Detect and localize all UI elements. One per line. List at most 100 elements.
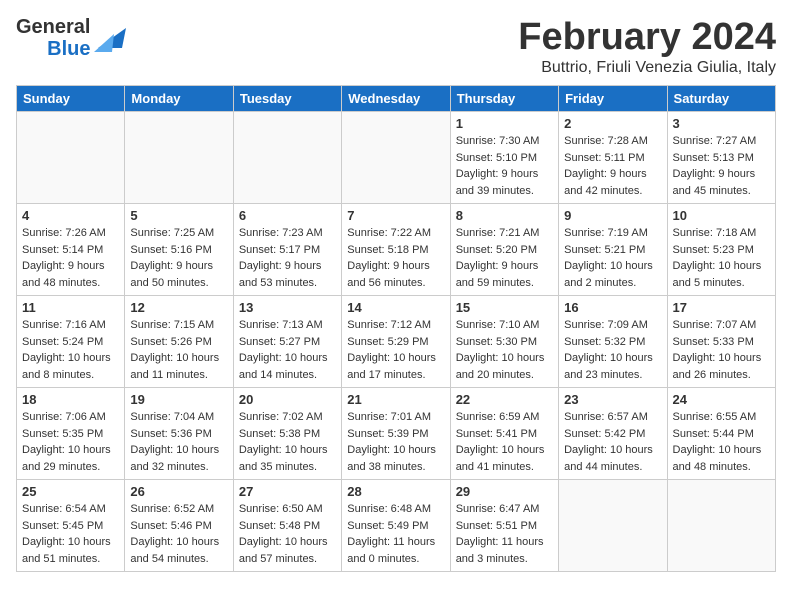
day-info: Sunrise: 7:10 AM Sunset: 5:30 PM Dayligh… (456, 317, 553, 383)
day-info: Sunrise: 7:23 AM Sunset: 5:17 PM Dayligh… (239, 225, 336, 291)
header-area: General Blue February 2024 Buttrio, Friu… (16, 16, 776, 77)
weekday-header-row: SundayMondayTuesdayWednesdayThursdayFrid… (17, 86, 776, 112)
day-number: 7 (347, 208, 444, 223)
calendar-cell: 17 Sunrise: 7:07 AM Sunset: 5:33 PM Dayli… (667, 296, 775, 388)
weekday-header-friday: Friday (559, 86, 667, 112)
day-info: Sunrise: 7:19 AM Sunset: 5:21 PM Dayligh… (564, 225, 661, 291)
week-row-3: 11Sunrise: 7:16 AM Sunset: 5:24 PM Dayli… (17, 296, 776, 388)
day-info: Sunrise: 6:48 AM Sunset: 5:49 PM Dayligh… (347, 501, 444, 567)
weekday-header-thursday: Thursday (450, 86, 558, 112)
location: Buttrio, Friuli Venezia Giulia, Italy (518, 59, 776, 77)
calendar-cell: 21Sunrise: 7:01 AM Sunset: 5:39 PM Dayli… (342, 388, 450, 480)
day-info: Sunrise: 7:04 AM Sunset: 5:36 PM Dayligh… (130, 409, 227, 475)
calendar-cell (125, 112, 233, 204)
day-number: 27 (239, 484, 336, 499)
week-row-1: 1Sunrise: 7:30 AM Sunset: 5:10 PM Daylig… (17, 112, 776, 204)
calendar-cell: 10Sunrise: 7:18 AM Sunset: 5:23 PM Dayli… (667, 204, 775, 296)
title-area: February 2024 Buttrio, Friuli Venezia Gi… (518, 16, 776, 77)
day-number: 26 (130, 484, 227, 499)
day-info: Sunrise: 6:52 AM Sunset: 5:46 PM Dayligh… (130, 501, 227, 567)
day-info: Sunrise: 7:22 AM Sunset: 5:18 PM Dayligh… (347, 225, 444, 291)
calendar-cell: 13 Sunrise: 7:13 AM Sunset: 5:27 PM Dayli… (233, 296, 341, 388)
day-info: Sunrise: 7:09 AM Sunset: 5:32 PM Dayligh… (564, 317, 661, 383)
logo-blue-text: Blue (47, 38, 90, 60)
calendar-cell: 2 Sunrise: 7:28 AM Sunset: 5:11 PM Daylig… (559, 112, 667, 204)
day-info: Sunrise: 7:28 AM Sunset: 5:11 PM Dayligh… (564, 133, 661, 199)
calendar-cell: 16 Sunrise: 7:09 AM Sunset: 5:32 PM Dayli… (559, 296, 667, 388)
weekday-header-saturday: Saturday (667, 86, 775, 112)
day-info: Sunrise: 7:26 AM Sunset: 5:14 PM Dayligh… (22, 225, 119, 291)
calendar-cell: 20 Sunrise: 7:02 AM Sunset: 5:38 PM Dayli… (233, 388, 341, 480)
calendar-cell: 24 Sunrise: 6:55 AM Sunset: 5:44 PM Dayli… (667, 388, 775, 480)
day-number: 22 (456, 392, 553, 407)
day-info: Sunrise: 7:21 AM Sunset: 5:20 PM Dayligh… (456, 225, 553, 291)
day-info: Sunrise: 6:59 AM Sunset: 5:41 PM Dayligh… (456, 409, 553, 475)
day-number: 11 (22, 300, 119, 315)
calendar-cell: 23 Sunrise: 6:57 AM Sunset: 5:42 PM Dayli… (559, 388, 667, 480)
week-row-2: 4 Sunrise: 7:26 AM Sunset: 5:14 PM Daylig… (17, 204, 776, 296)
day-number: 14 (347, 300, 444, 315)
weekday-header-monday: Monday (125, 86, 233, 112)
calendar-cell: 5Sunrise: 7:25 AM Sunset: 5:16 PM Daylig… (125, 204, 233, 296)
calendar-cell: 7 Sunrise: 7:22 AM Sunset: 5:18 PM Daylig… (342, 204, 450, 296)
day-info: Sunrise: 6:55 AM Sunset: 5:44 PM Dayligh… (673, 409, 770, 475)
day-number: 25 (22, 484, 119, 499)
day-info: Sunrise: 7:15 AM Sunset: 5:26 PM Dayligh… (130, 317, 227, 383)
day-number: 20 (239, 392, 336, 407)
calendar-cell (17, 112, 125, 204)
day-number: 12 (130, 300, 227, 315)
day-number: 18 (22, 392, 119, 407)
day-info: Sunrise: 6:57 AM Sunset: 5:42 PM Dayligh… (564, 409, 661, 475)
calendar-cell: 19 Sunrise: 7:04 AM Sunset: 5:36 PM Dayli… (125, 388, 233, 480)
calendar-cell: 12 Sunrise: 7:15 AM Sunset: 5:26 PM Dayli… (125, 296, 233, 388)
day-number: 19 (130, 392, 227, 407)
weekday-header-sunday: Sunday (17, 86, 125, 112)
calendar-cell: 14 Sunrise: 7:12 AM Sunset: 5:29 PM Dayli… (342, 296, 450, 388)
calendar-cell: 28 Sunrise: 6:48 AM Sunset: 5:49 PM Dayli… (342, 480, 450, 572)
calendar-cell: 3Sunrise: 7:27 AM Sunset: 5:13 PM Daylig… (667, 112, 775, 204)
calendar-cell: 18 Sunrise: 7:06 AM Sunset: 5:35 PM Dayli… (17, 388, 125, 480)
day-number: 13 (239, 300, 336, 315)
day-number: 17 (673, 300, 770, 315)
calendar-cell (559, 480, 667, 572)
calendar-cell: 22 Sunrise: 6:59 AM Sunset: 5:41 PM Dayli… (450, 388, 558, 480)
day-number: 8 (456, 208, 553, 223)
day-number: 16 (564, 300, 661, 315)
calendar-cell: 27 Sunrise: 6:50 AM Sunset: 5:48 PM Dayli… (233, 480, 341, 572)
day-number: 4 (22, 208, 119, 223)
day-info: Sunrise: 7:06 AM Sunset: 5:35 PM Dayligh… (22, 409, 119, 475)
day-number: 1 (456, 116, 553, 131)
calendar-cell: 4 Sunrise: 7:26 AM Sunset: 5:14 PM Daylig… (17, 204, 125, 296)
logo-wing-icon (94, 24, 126, 52)
day-info: Sunrise: 7:07 AM Sunset: 5:33 PM Dayligh… (673, 317, 770, 383)
day-info: Sunrise: 6:54 AM Sunset: 5:45 PM Dayligh… (22, 501, 119, 567)
day-number: 15 (456, 300, 553, 315)
day-number: 28 (347, 484, 444, 499)
day-info: Sunrise: 7:02 AM Sunset: 5:38 PM Dayligh… (239, 409, 336, 475)
calendar-cell: 15 Sunrise: 7:10 AM Sunset: 5:30 PM Dayli… (450, 296, 558, 388)
day-info: Sunrise: 7:01 AM Sunset: 5:39 PM Dayligh… (347, 409, 444, 475)
calendar-cell: 6 Sunrise: 7:23 AM Sunset: 5:17 PM Daylig… (233, 204, 341, 296)
day-number: 6 (239, 208, 336, 223)
day-info: Sunrise: 6:50 AM Sunset: 5:48 PM Dayligh… (239, 501, 336, 567)
calendar-cell: 9 Sunrise: 7:19 AM Sunset: 5:21 PM Daylig… (559, 204, 667, 296)
day-info: Sunrise: 7:13 AM Sunset: 5:27 PM Dayligh… (239, 317, 336, 383)
calendar-cell: 25 Sunrise: 6:54 AM Sunset: 5:45 PM Dayli… (17, 480, 125, 572)
calendar-cell (342, 112, 450, 204)
day-info: Sunrise: 7:12 AM Sunset: 5:29 PM Dayligh… (347, 317, 444, 383)
logo-general: General (16, 16, 90, 38)
calendar-cell (667, 480, 775, 572)
day-number: 2 (564, 116, 661, 131)
calendar-cell: 8 Sunrise: 7:21 AM Sunset: 5:20 PM Daylig… (450, 204, 558, 296)
day-info: Sunrise: 6:47 AM Sunset: 5:51 PM Dayligh… (456, 501, 553, 567)
day-number: 23 (564, 392, 661, 407)
week-row-4: 18 Sunrise: 7:06 AM Sunset: 5:35 PM Dayli… (17, 388, 776, 480)
day-number: 9 (564, 208, 661, 223)
day-info: Sunrise: 7:18 AM Sunset: 5:23 PM Dayligh… (673, 225, 770, 291)
week-row-5: 25 Sunrise: 6:54 AM Sunset: 5:45 PM Dayli… (17, 480, 776, 572)
day-number: 29 (456, 484, 553, 499)
day-number: 24 (673, 392, 770, 407)
calendar-cell: 1Sunrise: 7:30 AM Sunset: 5:10 PM Daylig… (450, 112, 558, 204)
calendar-cell: 29 Sunrise: 6:47 AM Sunset: 5:51 PM Dayli… (450, 480, 558, 572)
calendar-cell: 26 Sunrise: 6:52 AM Sunset: 5:46 PM Dayli… (125, 480, 233, 572)
